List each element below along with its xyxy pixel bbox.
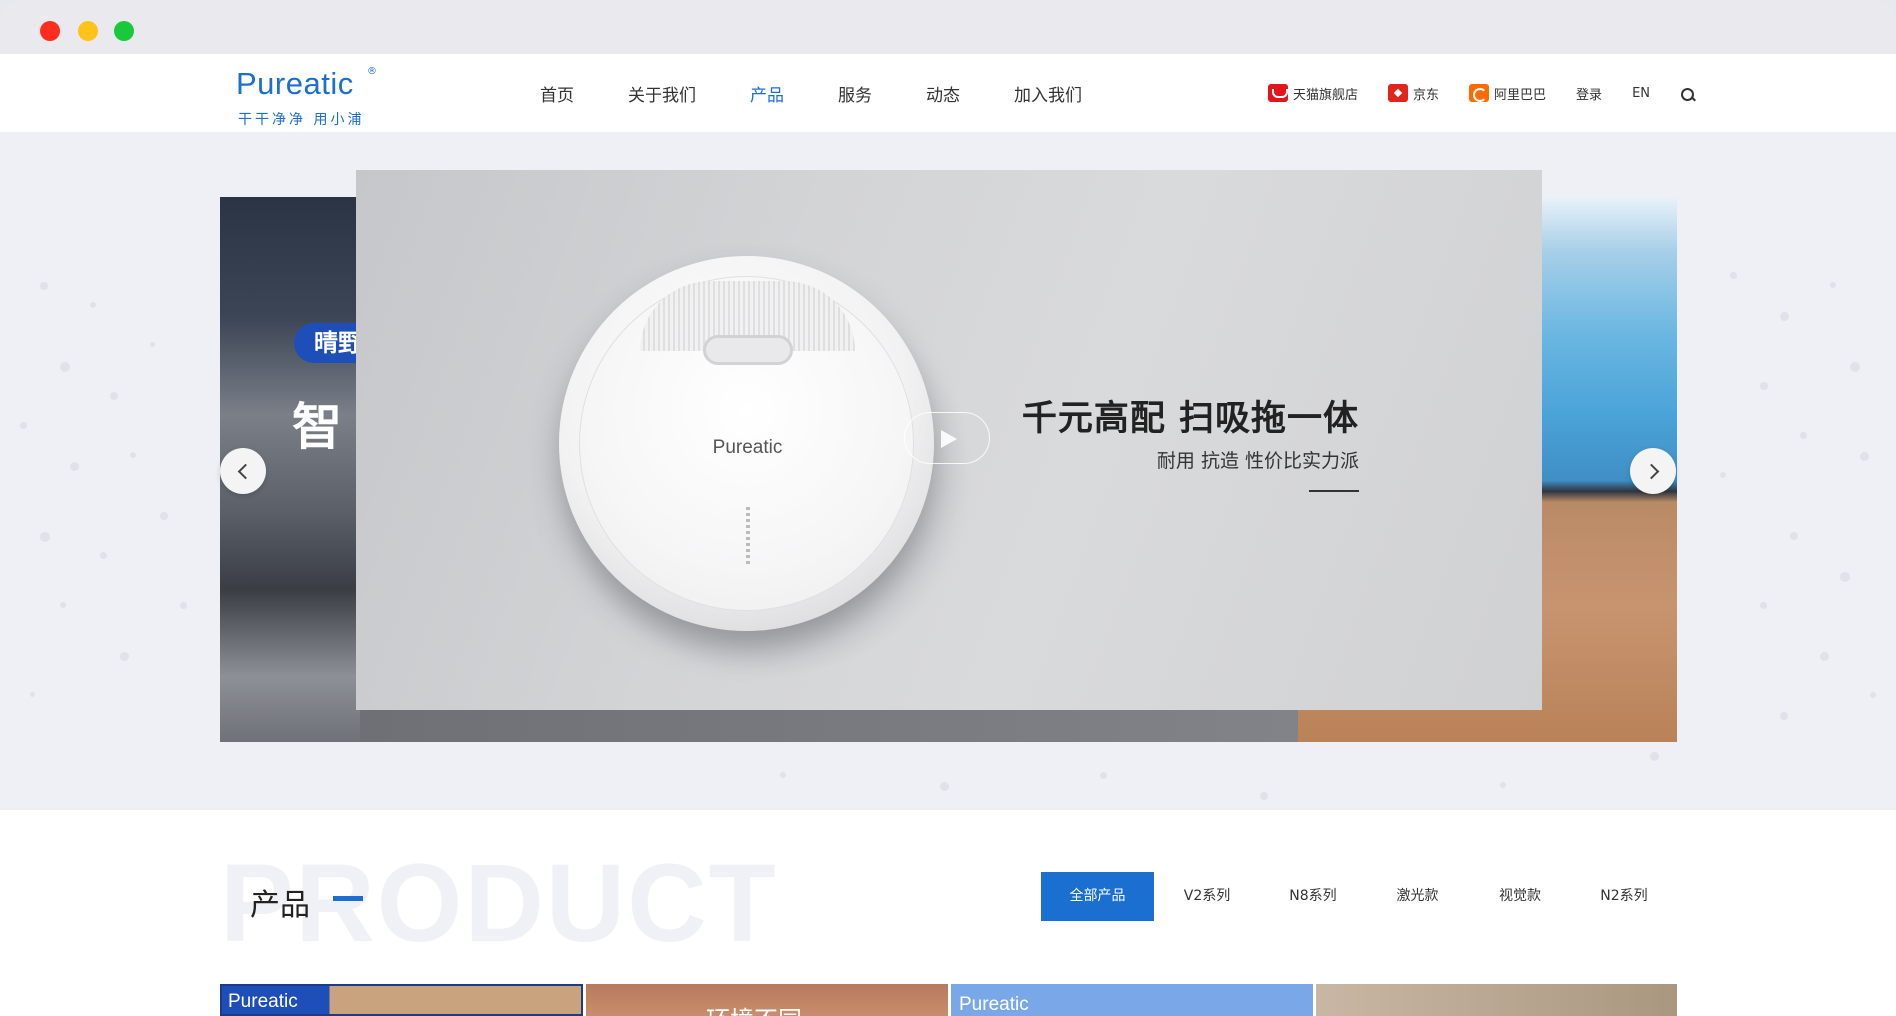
- main-nav: 首页 关于我们 产品 服务 动态 加入我们: [540, 54, 1136, 132]
- decorative-dot: [40, 532, 50, 542]
- decorative-dot: [60, 362, 70, 372]
- product-card-label: Pureatic: [228, 991, 298, 1012]
- jd-store-link[interactable]: 京东: [1388, 84, 1439, 103]
- decorative-dot: [780, 772, 786, 778]
- window-titlebar: [0, 0, 1896, 54]
- decorative-dot: [1800, 432, 1807, 439]
- decorative-dot: [1720, 472, 1726, 478]
- slide-underline: [1309, 490, 1359, 492]
- tab-n8-series[interactable]: N8系列: [1260, 872, 1366, 921]
- decorative-dot: [60, 602, 66, 608]
- alibaba-icon: [1469, 84, 1490, 102]
- decorative-dot: [940, 782, 949, 791]
- decorative-dot: [30, 692, 35, 697]
- decorative-dot: [150, 342, 155, 347]
- carousel-slide-active[interactable]: Pureatic 千元高配 扫吸拖一体 耐用 抗造 性价比实力派: [356, 170, 1542, 710]
- jd-icon: [1388, 84, 1409, 102]
- tab-n2-series[interactable]: N2系列: [1571, 872, 1677, 921]
- decorative-dot: [100, 552, 107, 559]
- carousel-prev-button[interactable]: [220, 448, 266, 494]
- slide-heading-partial: 智: [292, 398, 342, 456]
- nav-item-home[interactable]: 首页: [540, 81, 574, 106]
- product-card[interactable]: [1316, 984, 1677, 1016]
- logo-slogan: 干干净净 用小浦: [238, 112, 365, 128]
- decorative-dot: [110, 392, 118, 400]
- section-title: 产品: [250, 888, 310, 923]
- decorative-dot: [1820, 652, 1829, 661]
- maximize-window-button[interactable]: [114, 21, 134, 41]
- product-card-label: Pureatic: [959, 994, 1029, 1015]
- product-card-row: Pureatic 环境不同 Pureatic: [220, 984, 1677, 1016]
- decorative-dot: [1760, 382, 1768, 390]
- tmall-store-link[interactable]: 天猫旗舰店: [1268, 84, 1358, 103]
- decorative-dot: [120, 652, 129, 661]
- decorative-dot: [1780, 712, 1788, 720]
- decorative-dot: [40, 282, 48, 290]
- decorative-dot: [90, 302, 96, 308]
- logo-wordmark: Pureatic: [236, 66, 354, 101]
- decorative-dot: [1760, 602, 1767, 609]
- product-card-label: 环境不同: [706, 1000, 802, 1016]
- slide-title: 千元高配 扫吸拖一体: [1021, 399, 1359, 439]
- nav-item-news[interactable]: 动态: [926, 81, 960, 106]
- alibaba-store-link[interactable]: 阿里巴巴: [1469, 84, 1546, 103]
- decorative-dot: [1790, 532, 1798, 540]
- decorative-dot: [1870, 692, 1876, 698]
- decorative-dot: [1830, 282, 1836, 288]
- decorative-dot: [1840, 572, 1850, 582]
- nav-item-join[interactable]: 加入我们: [1014, 81, 1082, 106]
- slide-subtitle: 耐用 抗造 性价比实力派: [1156, 450, 1359, 472]
- product-card[interactable]: Pureatic: [220, 984, 583, 1016]
- nav-item-service[interactable]: 服务: [838, 81, 872, 106]
- minimize-window-button[interactable]: [78, 21, 98, 41]
- registered-mark: ®: [367, 66, 377, 77]
- site-logo[interactable]: Pureatic ® 干干净净 用小浦: [236, 64, 386, 128]
- product-section: PRODUCT 产品 全部产品 V2系列 N8系列 激光款 视觉款 N2系列 P…: [0, 810, 1896, 1016]
- jd-store-label: 京东: [1413, 87, 1440, 103]
- browser-window: Pureatic ® 干干净净 用小浦 首页 关于我们 产品 服务 动态 加入我…: [0, 0, 1896, 1016]
- site-header: Pureatic ® 干干净净 用小浦 首页 关于我们 产品 服务 动态 加入我…: [0, 54, 1896, 132]
- tab-all-products[interactable]: 全部产品: [1041, 872, 1154, 921]
- close-window-button[interactable]: [40, 21, 60, 41]
- nav-item-products[interactable]: 产品: [750, 81, 784, 106]
- decorative-dot: [160, 512, 168, 520]
- section-title-accent: [333, 896, 363, 901]
- alibaba-store-label: 阿里巴巴: [1494, 87, 1547, 103]
- nav-item-about[interactable]: 关于我们: [628, 81, 696, 106]
- tab-laser[interactable]: 激光款: [1366, 872, 1469, 921]
- tab-vision[interactable]: 视觉款: [1469, 872, 1571, 921]
- language-switch[interactable]: EN: [1632, 86, 1650, 101]
- robot-button-panel: [703, 335, 793, 365]
- decorative-dot: [1860, 452, 1869, 461]
- robot-indicator-strip: [746, 507, 750, 567]
- robot-vacuum-image: Pureatic: [559, 256, 934, 631]
- decorative-dot: [1500, 782, 1506, 788]
- product-card[interactable]: 环境不同: [586, 984, 948, 1016]
- decorative-dot: [1260, 792, 1268, 800]
- decorative-dot: [1650, 752, 1659, 761]
- carousel-next-button[interactable]: [1630, 448, 1676, 494]
- decorative-dot: [1730, 272, 1737, 279]
- decorative-dot: [20, 422, 27, 429]
- search-icon[interactable]: [1680, 87, 1696, 103]
- robot-top-cover: Pureatic: [579, 276, 914, 611]
- hero-carousel: 晴野 智 Pureatic 千元高配 扫吸拖一体 耐用 抗造 性价比实力派: [0, 132, 1896, 810]
- login-link[interactable]: 登录: [1576, 84, 1602, 103]
- decorative-dot: [70, 462, 79, 471]
- decorative-dot: [130, 452, 136, 458]
- decorative-dot: [180, 602, 187, 609]
- tmall-icon: [1268, 84, 1288, 102]
- decorative-dot: [1100, 772, 1107, 779]
- header-utilities: 天猫旗舰店 京东 阿里巴巴 登录 EN: [1268, 54, 1696, 132]
- product-filter-tabs: 全部产品 V2系列 N8系列 激光款 视觉款 N2系列: [1041, 872, 1677, 921]
- tab-v2-series[interactable]: V2系列: [1154, 872, 1260, 921]
- product-card[interactable]: Pureatic: [951, 984, 1313, 1016]
- tmall-store-label: 天猫旗舰店: [1293, 87, 1359, 103]
- decorative-dot: [1780, 312, 1789, 321]
- decorative-dot: [1850, 362, 1860, 372]
